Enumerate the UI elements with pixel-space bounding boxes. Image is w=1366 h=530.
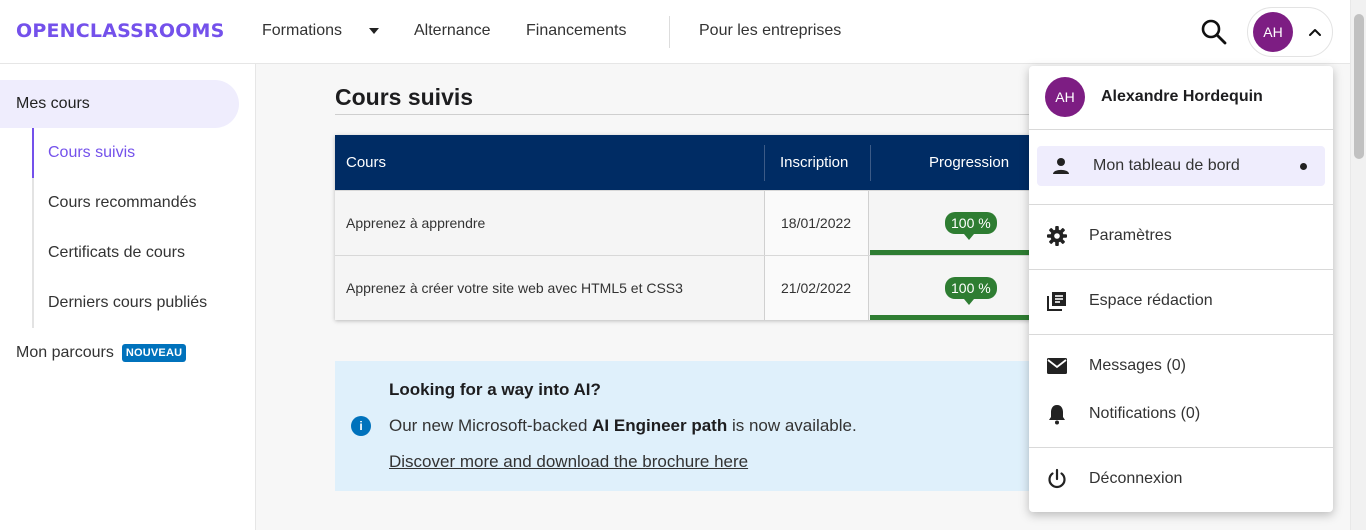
new-badge: NOUVEAU <box>121 344 187 362</box>
chevron-up-icon[interactable] <box>1308 25 1322 39</box>
course-title[interactable]: Apprenez à apprendre <box>346 215 485 231</box>
menu-item-notifications[interactable]: Notifications (0) <box>1037 394 1325 434</box>
banner-title: Looking for a way into AI? <box>389 380 601 399</box>
banner-text: Our new Microsoft-backed AI Engineer pat… <box>389 416 857 436</box>
avatar[interactable]: AH <box>1253 12 1293 52</box>
menu-item-label: Paramètres <box>1089 227 1172 244</box>
active-dot-icon <box>1300 163 1307 170</box>
menu-item-settings[interactable]: Paramètres <box>1037 216 1325 256</box>
menu-divider <box>1029 129 1333 130</box>
bell-icon <box>1045 402 1069 426</box>
scrollbar-thumb[interactable] <box>1354 14 1364 159</box>
course-title[interactable]: Apprenez à créer votre site web avec HTM… <box>346 280 683 296</box>
sidebar-item-mes-cours[interactable]: Mes cours <box>0 80 239 128</box>
menu-item-espace-redaction[interactable]: Espace rédaction <box>1037 281 1325 321</box>
dropdown-user-header: AH Alexandre Hordequin <box>1029 66 1333 129</box>
menu-divider <box>1029 447 1333 448</box>
progress-badge: 100 % <box>945 277 997 305</box>
menu-item-logout[interactable]: Déconnexion <box>1037 459 1325 499</box>
menu-item-label: Messages (0) <box>1089 357 1186 374</box>
banner-text-end: is now available. <box>727 416 857 435</box>
menu-item-label: Déconnexion <box>1089 470 1183 487</box>
inscription-date: 18/01/2022 <box>781 215 852 231</box>
title-divider <box>335 114 1035 115</box>
progress-bar <box>870 315 1035 320</box>
search-icon[interactable] <box>1200 18 1228 46</box>
library-books-icon <box>1045 289 1069 313</box>
progress-fill <box>870 315 1035 320</box>
nav-alternance[interactable]: Alternance <box>414 22 491 40</box>
sidebar-item-derniers-cours[interactable]: Derniers cours publiés <box>48 294 207 312</box>
user-name: Alexandre Hordequin <box>1101 88 1263 105</box>
inscription-date: 21/02/2022 <box>781 280 852 296</box>
avatar: AH <box>1045 77 1085 117</box>
user-dropdown-menu: AH Alexandre Hordequin Mon tableau de bo… <box>1029 66 1333 512</box>
nav-pour-les-entreprises[interactable]: Pour les entreprises <box>699 22 841 40</box>
gear-icon <box>1045 224 1069 248</box>
menu-item-label: Mon tableau de bord <box>1093 157 1240 174</box>
mail-icon <box>1045 354 1069 378</box>
sidebar-item-certificats[interactable]: Certificats de cours <box>48 244 185 262</box>
menu-item-dashboard[interactable]: Mon tableau de bord <box>1037 146 1325 186</box>
sidebar-item-mon-parcours[interactable]: Mon parcours NOUVEAU <box>16 344 187 362</box>
column-header-cours: Cours <box>346 154 387 171</box>
progress-badge: 100 % <box>945 212 997 240</box>
page-scrollbar[interactable] <box>1350 0 1366 530</box>
menu-divider <box>1029 269 1333 270</box>
menu-item-label: Espace rédaction <box>1089 292 1213 309</box>
menu-divider <box>1029 204 1333 205</box>
table-header: Cours Inscription Progression <box>335 135 1035 190</box>
column-header-inscription: Inscription <box>780 154 849 171</box>
sidebar: Mes cours Cours suivis Cours recommandés… <box>0 64 256 530</box>
top-header: OPENCLASSROOMS Formations Alternance Fin… <box>0 0 1350 64</box>
user-menu-button[interactable]: AH <box>1247 7 1333 57</box>
sidebar-active-indicator <box>32 128 34 178</box>
table-row[interactable]: Apprenez à créer votre site web avec HTM… <box>335 255 1035 320</box>
sidebar-item-label: Mon parcours <box>16 344 114 361</box>
nav-divider <box>669 16 670 48</box>
page-title: Cours suivis <box>335 84 474 110</box>
ai-banner: i Looking for a way into AI? Our new Mic… <box>335 361 1035 491</box>
person-icon <box>1049 154 1073 178</box>
column-divider <box>764 145 765 181</box>
openclassrooms-logo[interactable]: OPENCLASSROOMS <box>16 20 225 42</box>
caret-down-icon[interactable] <box>369 28 379 34</box>
menu-item-label: Notifications (0) <box>1089 405 1201 422</box>
menu-item-messages[interactable]: Messages (0) <box>1037 346 1325 386</box>
sidebar-item-cours-recommandes[interactable]: Cours recommandés <box>48 194 197 212</box>
table-row[interactable]: Apprenez à apprendre 18/01/2022 100 % <box>335 190 1035 255</box>
menu-divider <box>1029 334 1333 335</box>
column-divider <box>870 145 871 181</box>
nav-formations[interactable]: Formations <box>262 22 342 40</box>
brochure-link[interactable]: Discover more and download the brochure … <box>389 452 748 472</box>
power-icon <box>1045 467 1069 491</box>
column-header-progression: Progression <box>929 154 1010 171</box>
courses-table: Cours Inscription Progression Apprenez à… <box>335 135 1035 320</box>
banner-text-start: Our new Microsoft-backed <box>389 416 593 435</box>
nav-financements[interactable]: Financements <box>526 22 627 40</box>
info-icon: i <box>351 416 371 436</box>
sidebar-item-cours-suivis[interactable]: Cours suivis <box>48 144 135 162</box>
banner-text-bold: AI Engineer path <box>592 416 728 435</box>
